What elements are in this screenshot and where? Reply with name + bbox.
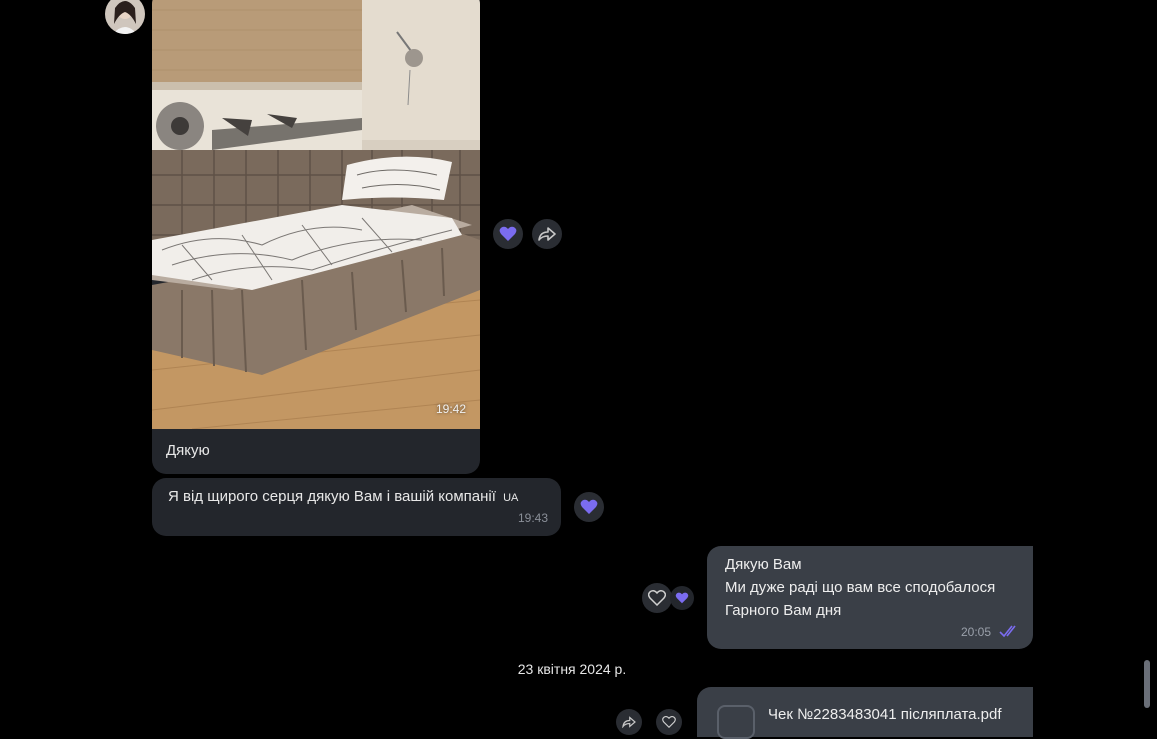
forward-button[interactable] xyxy=(532,219,562,249)
message-reactions[interactable] xyxy=(642,583,696,613)
forward-icon xyxy=(538,227,556,241)
heart-reaction[interactable] xyxy=(670,586,694,610)
photo-caption: Дякую xyxy=(166,442,210,459)
file-name[interactable]: Чек №2283483041 післяплата.pdf xyxy=(768,706,1002,723)
date-separator: 23 квітня 2024 р. xyxy=(517,661,627,677)
bed-photo[interactable] xyxy=(152,0,480,429)
forward-icon xyxy=(622,716,636,728)
message-line: Дякую Вам xyxy=(725,556,802,573)
heart-outline-icon xyxy=(662,716,676,728)
scrollbar-thumb[interactable] xyxy=(1144,660,1150,708)
message-line: Гарного Вам дня xyxy=(725,602,842,619)
file-icon xyxy=(717,705,755,739)
message-timestamp: 19:43 xyxy=(517,511,548,525)
heart-outline-icon xyxy=(648,590,666,606)
flag-badge: UA xyxy=(503,492,519,504)
message-line: Ми дуже раді що вам все сподобалося xyxy=(725,579,996,596)
add-reaction-button[interactable] xyxy=(642,583,672,613)
heart-icon xyxy=(580,499,598,514)
reaction-heart-button[interactable] xyxy=(493,219,523,249)
double-check-icon xyxy=(999,625,1016,638)
heart-icon xyxy=(675,592,689,604)
photo-timestamp: 19:42 xyxy=(435,402,466,416)
heart-icon xyxy=(499,226,517,241)
file-message-bubble[interactable]: Чек №2283483041 післяплата.pdf xyxy=(697,687,1033,739)
photo-message-bubble[interactable]: 19:42 Дякую xyxy=(152,0,480,474)
forward-button[interactable] xyxy=(616,709,642,735)
sender-avatar[interactable] xyxy=(105,0,145,34)
message-text: Я від щирого серця дякую Вам і вашій ком… xyxy=(168,488,518,505)
add-reaction-button[interactable] xyxy=(656,709,682,735)
reaction-heart-button[interactable] xyxy=(574,492,604,522)
message-text-body: Я від щирого серця дякую Вам і вашій ком… xyxy=(168,488,496,505)
incoming-message-bubble[interactable]: Я від щирого серця дякую Вам і вашій ком… xyxy=(152,478,561,536)
avatar-image xyxy=(105,0,145,34)
message-timestamp: 20:05 xyxy=(961,625,992,639)
